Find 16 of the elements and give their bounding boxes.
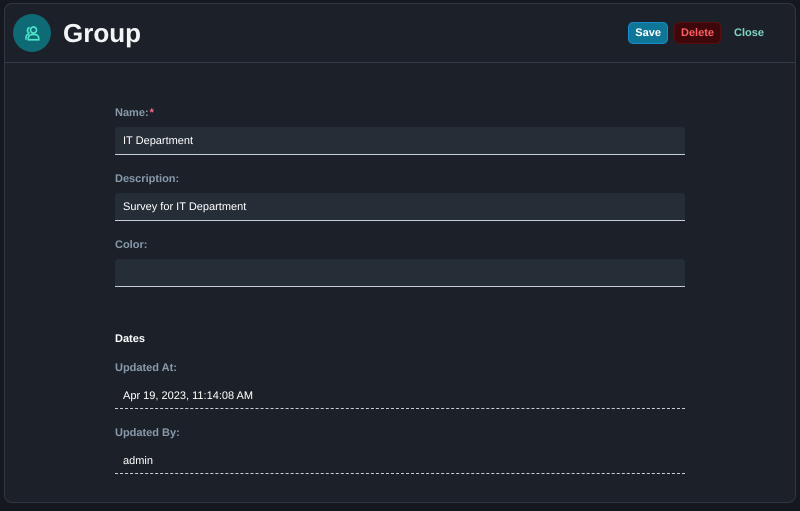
input-field[interactable]: IT Department <box>115 127 685 155</box>
input-field[interactable]: Survey for IT Department <box>115 193 685 221</box>
field-label: Updated By: <box>115 427 181 441</box>
save-button[interactable]: Save <box>628 22 668 44</box>
window-title: Group <box>63 18 142 48</box>
field-label: Description: <box>115 173 180 187</box>
input-field[interactable] <box>115 259 685 287</box>
field-label: Color: <box>115 239 148 253</box>
close-button[interactable]: Close <box>727 22 771 44</box>
field-label: Updated At: <box>115 362 178 376</box>
section-title: Dates <box>115 333 146 345</box>
delete-button[interactable]: Delete <box>674 22 722 44</box>
group-icon <box>13 14 51 52</box>
readonly-field: Apr 19, 2023, 11:14:08 AM <box>115 382 685 409</box>
field-label: Name:* <box>115 107 155 121</box>
readonly-field: admin <box>115 447 685 474</box>
